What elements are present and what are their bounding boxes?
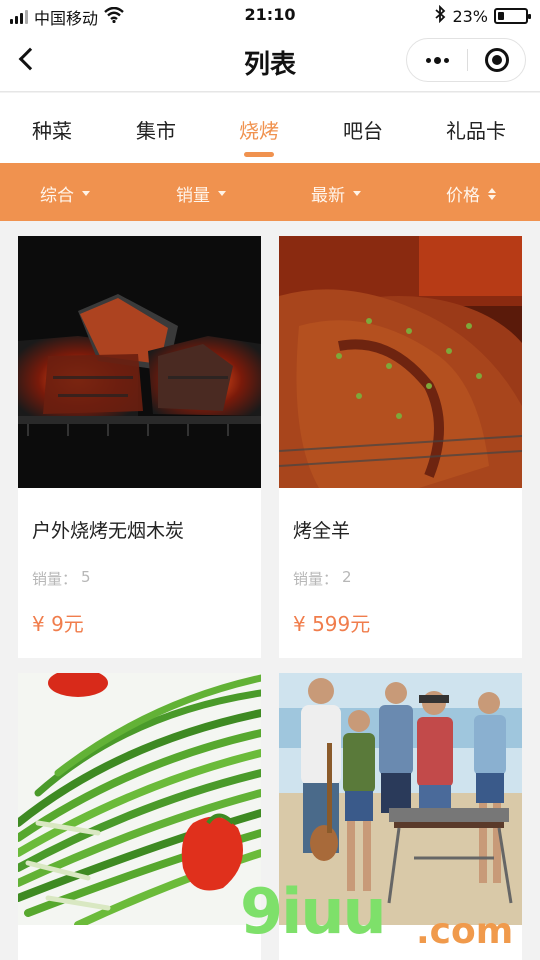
active-tab-indicator: [244, 152, 274, 157]
tab-planting[interactable]: 种菜: [2, 115, 102, 144]
sales-label: 销量：: [293, 570, 339, 588]
filter-overall[interactable]: 综合: [40, 181, 90, 206]
product-price: ¥ 599元: [293, 612, 371, 636]
site-watermark: 9iuu .com: [240, 875, 540, 960]
tab-market[interactable]: 集市: [106, 115, 206, 144]
filter-label: 综合: [40, 186, 74, 206]
filter-newest[interactable]: 最新: [311, 181, 361, 206]
product-card[interactable]: 户外烧烤无烟木炭 销量： 5 ¥ 9元: [18, 236, 261, 658]
sales-count: 2: [342, 568, 352, 586]
filter-sales[interactable]: 销量: [176, 181, 226, 206]
product-image-chives: [18, 673, 261, 925]
battery-icon: [494, 8, 531, 24]
tab-barbecue[interactable]: 烧烤: [209, 115, 309, 144]
caret-down-icon: [353, 191, 361, 196]
product-card[interactable]: [18, 673, 261, 960]
category-tabs: 种菜 集市 烧烤 吧台 礼品卡: [0, 93, 540, 163]
more-button[interactable]: [407, 39, 467, 81]
filter-bar: 综合 销量 最新 价格: [0, 163, 540, 221]
product-name: 户外烧烤无烟木炭: [32, 520, 185, 542]
filter-label: 最新: [311, 186, 345, 206]
filter-price[interactable]: 价格: [446, 181, 496, 206]
product-name: 烤全羊: [293, 520, 351, 542]
product-price: ¥ 9元: [32, 612, 84, 636]
miniprogram-capsule: [406, 38, 526, 82]
sales-count: 5: [81, 568, 91, 586]
sales-label: 销量：: [32, 570, 78, 588]
filter-label: 价格: [446, 186, 480, 206]
target-icon: [485, 48, 509, 72]
nav-bar: 列表: [0, 30, 540, 92]
battery-percent: 23%: [452, 6, 488, 26]
filter-label: 销量: [176, 186, 210, 206]
bluetooth-icon: [434, 4, 446, 27]
close-button[interactable]: [467, 39, 527, 81]
caret-down-icon: [82, 191, 90, 196]
product-image-roast-lamb: [279, 236, 522, 488]
product-card[interactable]: 烤全羊 销量： 2 ¥ 599元: [279, 236, 522, 658]
watermark-domain: .com: [416, 911, 514, 952]
caret-down-icon: [218, 191, 226, 196]
tab-bar[interactable]: 吧台: [313, 115, 413, 144]
product-image-charcoal: [18, 236, 261, 488]
tab-gift-card[interactable]: 礼品卡: [426, 115, 526, 144]
product-sales: 销量： 5: [32, 568, 91, 589]
sort-icon: [488, 187, 496, 200]
product-sales: 销量： 2: [293, 568, 352, 589]
status-bar: 中国移动 21:10 23%: [0, 0, 540, 30]
watermark-brand: 9iuu: [240, 875, 387, 948]
